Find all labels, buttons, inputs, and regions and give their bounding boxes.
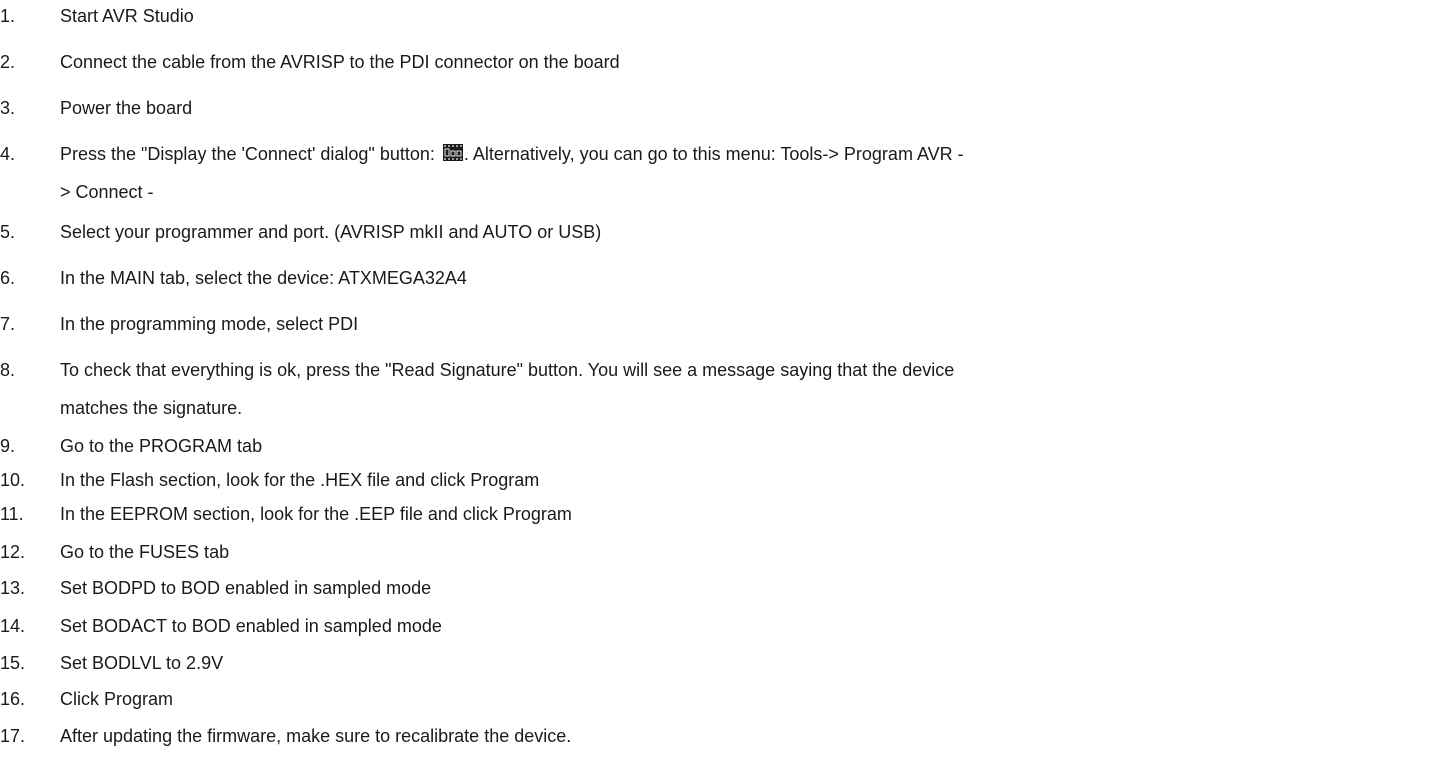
instructions-document: 1. Start AVR Studio 2. Connect the cable… — [0, 0, 1437, 782]
step-text-continued: > Connect - — [60, 182, 154, 202]
step-text: Start AVR Studio — [60, 6, 194, 26]
step-number: 10. — [0, 470, 26, 490]
step-text-line1: To check that everything is ok, press th… — [60, 360, 955, 380]
connect-dialog-icon — [442, 144, 463, 161]
step-text: After updating the firmware, make sure t… — [60, 726, 572, 746]
step-number: 6. — [0, 268, 16, 288]
step-number: 14. — [0, 616, 26, 636]
step-text: Select your programmer and port. (AVRISP… — [60, 222, 602, 242]
step-text: Set BODPD to BOD enabled in sampled mode — [60, 578, 432, 598]
step-text-after-icon: . Alternatively, you can go to this menu… — [463, 144, 964, 164]
step-text: In the Flash section, look for the .HEX … — [60, 470, 540, 490]
step-number: 1. — [0, 6, 16, 26]
step-text: Power the board — [60, 98, 193, 118]
step-text: Set BODLVL to 2.9V — [60, 653, 224, 673]
step-text: In the programming mode, select PDI — [60, 314, 359, 334]
step-number: 8. — [0, 360, 16, 380]
step-number: 12. — [0, 542, 26, 562]
step-number: 3. — [0, 98, 16, 118]
step-text: To check that everything is ok, press th… — [60, 356, 1430, 422]
step-text: Go to the FUSES tab — [60, 542, 230, 562]
step-number: 4. — [0, 144, 16, 164]
step-number: 2. — [0, 52, 16, 72]
step-text-continued: matches the signature. — [60, 398, 243, 418]
step-text: Go to the PROGRAM tab — [60, 436, 263, 456]
step-number: 16. — [0, 689, 26, 709]
step-number: 7. — [0, 314, 16, 334]
step-number: 15. — [0, 653, 26, 673]
step-number: 11. — [0, 504, 24, 524]
step-text: In the MAIN tab, select the device: ATXM… — [60, 268, 467, 288]
step-text: Click Program — [60, 689, 174, 709]
step-text: Press the "Display the 'Connect' dialog"… — [60, 140, 1430, 206]
step-number: 17. — [0, 726, 26, 746]
step-text-before-icon: Press the "Display the 'Connect' dialog"… — [60, 144, 440, 164]
step-text: In the EEPROM section, look for the .EEP… — [60, 504, 572, 524]
step-text: Connect the cable from the AVRISP to the… — [60, 52, 620, 72]
step-number: 13. — [0, 578, 26, 598]
step-text: Set BODACT to BOD enabled in sampled mod… — [60, 616, 442, 636]
step-number: 9. — [0, 436, 16, 456]
step-number: 5. — [0, 222, 16, 242]
